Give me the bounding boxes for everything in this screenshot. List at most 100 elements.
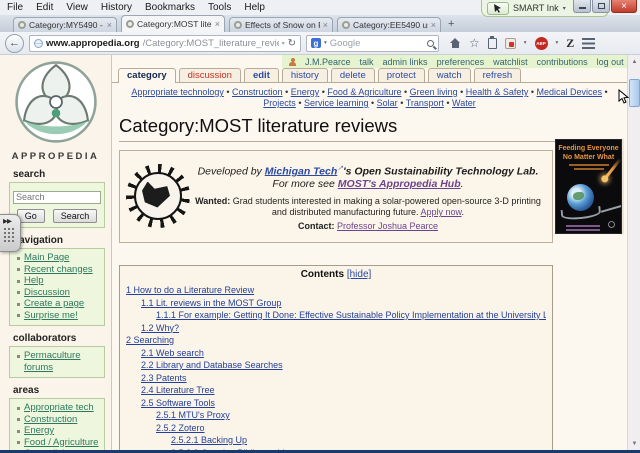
personal-bar-link[interactable]: contributions [537,57,588,67]
apply-now-link[interactable]: Apply now [421,207,462,217]
sidebar-area-link[interactable]: Construction [24,414,77,425]
appropedia-logo[interactable]: APPROPEDIA [12,60,100,162]
page-tab[interactable]: category [118,68,176,83]
category-link[interactable]: Medical Devices [537,87,603,97]
michigan-tech-link[interactable]: Michigan Tech [265,165,338,177]
toc-link[interactable]: 2.5.2 Zotero [156,423,205,433]
browser-tab[interactable]: Effects of Snow on Photov... × [229,17,333,32]
browser-tab[interactable]: Category:MOST literature r... × [121,15,225,32]
toc-link[interactable]: 2.5.1 MTU's Proxy [156,410,230,420]
toc-link[interactable]: 1.1 Lit. reviews in the MOST Group [141,298,281,308]
page-tab[interactable]: refresh [474,68,522,82]
sidebar-search-input[interactable] [13,191,101,204]
page-tab[interactable]: delete [331,68,375,82]
personal-bar-link[interactable]: admin links [383,57,428,67]
category-link[interactable]: Service learning [304,98,369,108]
sidebar-area-link[interactable]: Food / Agriculture [24,437,98,448]
toc-link[interactable]: 1.2 Why? [141,323,179,333]
personal-bar-link[interactable]: talk [360,57,374,67]
page-tab[interactable]: edit [244,68,279,82]
sidebar-nav-link[interactable]: Create a page [24,298,84,309]
category-link[interactable]: Energy [291,87,320,97]
zotero-icon[interactable]: Z [566,36,574,51]
menu-item[interactable]: History [101,2,132,13]
category-link[interactable]: Appropriate technology [131,87,224,97]
menu-item[interactable]: View [66,2,88,13]
close-button[interactable]: × [611,0,637,13]
category-link[interactable]: Green living [410,87,458,97]
url-dropdown-icon[interactable]: ▾ [282,40,285,47]
tab-close-icon[interactable]: × [323,21,328,30]
personal-bar-link[interactable]: watchlist [493,57,528,67]
menu-item[interactable]: Tools [208,2,231,13]
sidebar-nav-link[interactable]: Main Page [24,252,69,263]
sidebar-nav-link[interactable]: Help [24,275,44,286]
search-engine-dropdown-icon[interactable]: ▾ [324,40,327,46]
url-bar[interactable]: www.appropedia.org /Category:MOST_litera… [29,35,301,52]
site-identity-icon[interactable] [34,39,43,48]
search-bar[interactable]: g ▾ [306,35,439,52]
new-tab-button[interactable]: + [448,19,454,30]
menu-item[interactable]: File [7,2,23,13]
sidebar-collab-link[interactable]: Permaculture forums [24,350,81,373]
toc-link[interactable]: 1.1.1 For example: Getting It Done: Effe… [156,310,546,320]
sidebar-nav-link[interactable]: Surprise me! [24,310,78,321]
menu-item[interactable]: Edit [36,2,53,13]
category-link[interactable]: Food & Agriculture [327,87,401,97]
menu-item[interactable]: Bookmarks [145,2,195,13]
appropedia-hub-link[interactable]: MOST's Appropedia Hub [338,178,461,190]
scroll-down-icon[interactable]: ▼ [628,437,640,450]
personal-bar-link[interactable]: J.M.Pearce [305,57,351,67]
toc-link[interactable]: 2.5 Software Tools [141,398,215,408]
google-icon[interactable]: g [311,38,321,48]
scroll-up-icon[interactable]: ▲ [628,55,640,68]
toc-link[interactable]: 2.5.2.1 Backing Up [171,435,247,445]
chevron-down-icon[interactable]: ▾ [563,5,566,12]
tab-close-icon[interactable]: × [107,21,112,30]
sidebar-nav-link[interactable]: Recent changes [24,264,93,275]
book-cover-image[interactable]: Feeding Everyone No Matter What [555,139,622,234]
page-tab[interactable]: history [282,68,328,82]
chevron-down-icon[interactable]: ▾ [524,40,527,46]
minimize-button[interactable] [573,0,591,13]
reload-icon[interactable]: ↻ [288,38,296,49]
sidebar-area-link[interactable]: Appropriate tech [24,402,94,413]
toc-link[interactable]: 2.2 Library and Database Searches [141,360,283,370]
chevron-down-icon[interactable]: ▾ [556,40,559,46]
bookmark-star-icon[interactable]: ☆ [469,37,480,49]
page-tab[interactable]: protect [378,68,425,82]
category-link[interactable]: Health & Safety [466,87,529,97]
adblock-icon[interactable]: ABP [535,37,548,50]
vertical-scrollbar[interactable]: ▲ ▼ [627,55,640,450]
web-search-input[interactable] [330,38,424,49]
toc-link[interactable]: 2.4 Literature Tree [141,385,215,395]
toc-link[interactable]: 1 How to do a Literature Review [126,285,254,295]
browser-tab[interactable]: Category:EE5490 users 201... × [337,17,441,32]
scrollbar-thumb[interactable] [629,79,640,107]
page-tab[interactable]: watch [428,68,471,82]
sidebar-area-link[interactable]: Energy [24,425,54,436]
search-button[interactable]: Search [53,209,98,223]
toc-link[interactable]: 2 Searching [126,335,174,345]
category-link[interactable]: Water [452,98,476,108]
toc-hide-link[interactable]: [hide] [347,269,371,280]
tab-close-icon[interactable]: × [215,20,220,29]
home-icon[interactable] [450,38,461,48]
back-button[interactable]: ← [5,34,24,53]
browser-tab[interactable]: Category:MY5490 - Appro... × [13,17,117,32]
contact-link[interactable]: Professor Joshua Pearce [337,221,438,231]
clipboard-icon[interactable] [488,38,497,49]
toc-link[interactable]: 2.3 Patents [141,373,187,383]
toc-link[interactable]: 2.1 Web search [141,348,204,358]
page-tab[interactable]: discussion [179,68,241,82]
smart-ink-edge-tab[interactable]: ▶▶ [0,214,21,252]
smart-ink-pointer-button[interactable] [487,2,509,15]
sidebar-nav-link[interactable]: Discussion [24,287,70,298]
category-link[interactable]: Solar [377,98,398,108]
tab-close-icon[interactable]: × [431,21,436,30]
personal-bar-link[interactable]: log out [597,57,624,67]
expand-arrows-icon[interactable]: ▶▶ [3,217,20,225]
personal-bar-link[interactable]: preferences [437,57,485,67]
maximize-button[interactable] [592,0,610,13]
category-link[interactable]: Construction [232,87,283,97]
